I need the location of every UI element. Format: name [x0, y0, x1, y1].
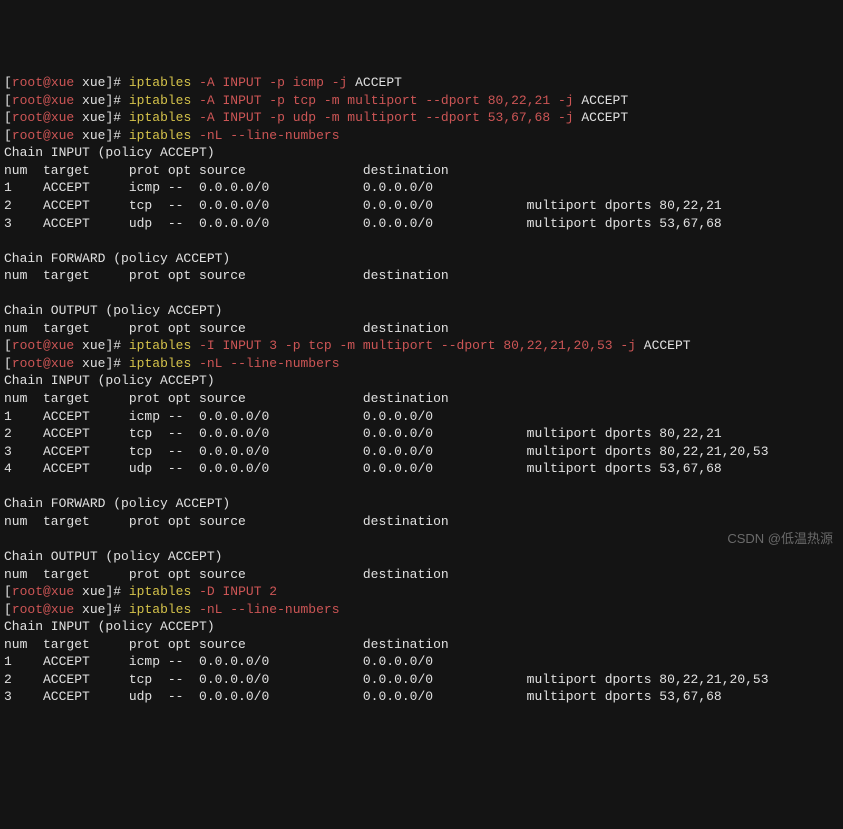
watermark: CSDN @低温热源	[727, 530, 833, 548]
cmd-prog: iptables	[129, 75, 191, 90]
cmd-args: -A INPUT -p udp -m multiport --dport 53,…	[191, 110, 573, 125]
prompt-host: xue	[82, 75, 105, 90]
cmd-args: -nL --line-numbers	[191, 128, 339, 143]
cmd-tail: ACCEPT	[636, 338, 691, 353]
chain-input-header: Chain INPUT (policy ACCEPT)	[4, 619, 215, 634]
table-row: 1 ACCEPT icmp -- 0.0.0.0/0 0.0.0.0/0	[4, 180, 433, 195]
table-row: 3 ACCEPT udp -- 0.0.0.0/0 0.0.0.0/0 mult…	[4, 689, 722, 704]
table-header: num target prot opt source destination	[4, 321, 449, 336]
table-header: num target prot opt source destination	[4, 391, 449, 406]
table-row: 2 ACCEPT tcp -- 0.0.0.0/0 0.0.0.0/0 mult…	[4, 672, 769, 687]
chain-input-header: Chain INPUT (policy ACCEPT)	[4, 373, 215, 388]
prompt-user: root@xue	[12, 110, 74, 125]
prompt-user: root@xue	[12, 338, 74, 353]
prompt-user: root@xue	[12, 128, 74, 143]
cmd-prog: iptables	[129, 93, 191, 108]
cmd-args: -A INPUT -p tcp -m multiport --dport 80,…	[191, 93, 573, 108]
chain-output-header: Chain OUTPUT (policy ACCEPT)	[4, 303, 222, 318]
prompt-host: xue	[82, 602, 105, 617]
prompt-user: root@xue	[12, 356, 74, 371]
table-row: 3 ACCEPT udp -- 0.0.0.0/0 0.0.0.0/0 mult…	[4, 216, 722, 231]
cmd-prog: iptables	[129, 128, 191, 143]
table-header: num target prot opt source destination	[4, 637, 449, 652]
cmd-prog: iptables	[129, 584, 191, 599]
table-header: num target prot opt source destination	[4, 163, 449, 178]
prompt-user: root@xue	[12, 75, 74, 90]
prompt-user: root@xue	[12, 584, 74, 599]
table-row: 3 ACCEPT tcp -- 0.0.0.0/0 0.0.0.0/0 mult…	[4, 444, 769, 459]
cmd-args: -nL --line-numbers	[191, 356, 339, 371]
cmd-tail: ACCEPT	[574, 93, 629, 108]
cmd-args: -nL --line-numbers	[191, 602, 339, 617]
cmd-prog: iptables	[129, 338, 191, 353]
table-header: num target prot opt source destination	[4, 514, 449, 529]
chain-forward-header: Chain FORWARD (policy ACCEPT)	[4, 251, 230, 266]
cmd-prog: iptables	[129, 356, 191, 371]
prompt-host: xue	[82, 584, 105, 599]
cmd-args: -A INPUT -p icmp -j	[191, 75, 347, 90]
table-row: 2 ACCEPT tcp -- 0.0.0.0/0 0.0.0.0/0 mult…	[4, 198, 722, 213]
cmd-prog: iptables	[129, 602, 191, 617]
prompt-host: xue	[82, 128, 105, 143]
prompt-host: xue	[82, 93, 105, 108]
prompt-user: root@xue	[12, 93, 74, 108]
prompt-host: xue	[82, 110, 105, 125]
table-row: 2 ACCEPT tcp -- 0.0.0.0/0 0.0.0.0/0 mult…	[4, 426, 722, 441]
cmd-args: -I INPUT 3 -p tcp -m multiport --dport 8…	[191, 338, 636, 353]
chain-forward-header: Chain FORWARD (policy ACCEPT)	[4, 496, 230, 511]
table-row: 4 ACCEPT udp -- 0.0.0.0/0 0.0.0.0/0 mult…	[4, 461, 722, 476]
table-row: 1 ACCEPT icmp -- 0.0.0.0/0 0.0.0.0/0	[4, 654, 433, 669]
prompt-user: root@xue	[12, 602, 74, 617]
cmd-tail: ACCEPT	[347, 75, 402, 90]
cmd-args: -D INPUT 2	[191, 584, 277, 599]
cmd-tail: ACCEPT	[574, 110, 629, 125]
chain-input-header: Chain INPUT (policy ACCEPT)	[4, 145, 215, 160]
table-row: 1 ACCEPT icmp -- 0.0.0.0/0 0.0.0.0/0	[4, 409, 433, 424]
prompt-host: xue	[82, 356, 105, 371]
table-header: num target prot opt source destination	[4, 268, 449, 283]
chain-output-header: Chain OUTPUT (policy ACCEPT)	[4, 549, 222, 564]
terminal-output[interactable]: [root@xue xue]# iptables -A INPUT -p icm…	[4, 74, 839, 706]
prompt-host: xue	[82, 338, 105, 353]
cmd-prog: iptables	[129, 110, 191, 125]
table-header: num target prot opt source destination	[4, 567, 449, 582]
